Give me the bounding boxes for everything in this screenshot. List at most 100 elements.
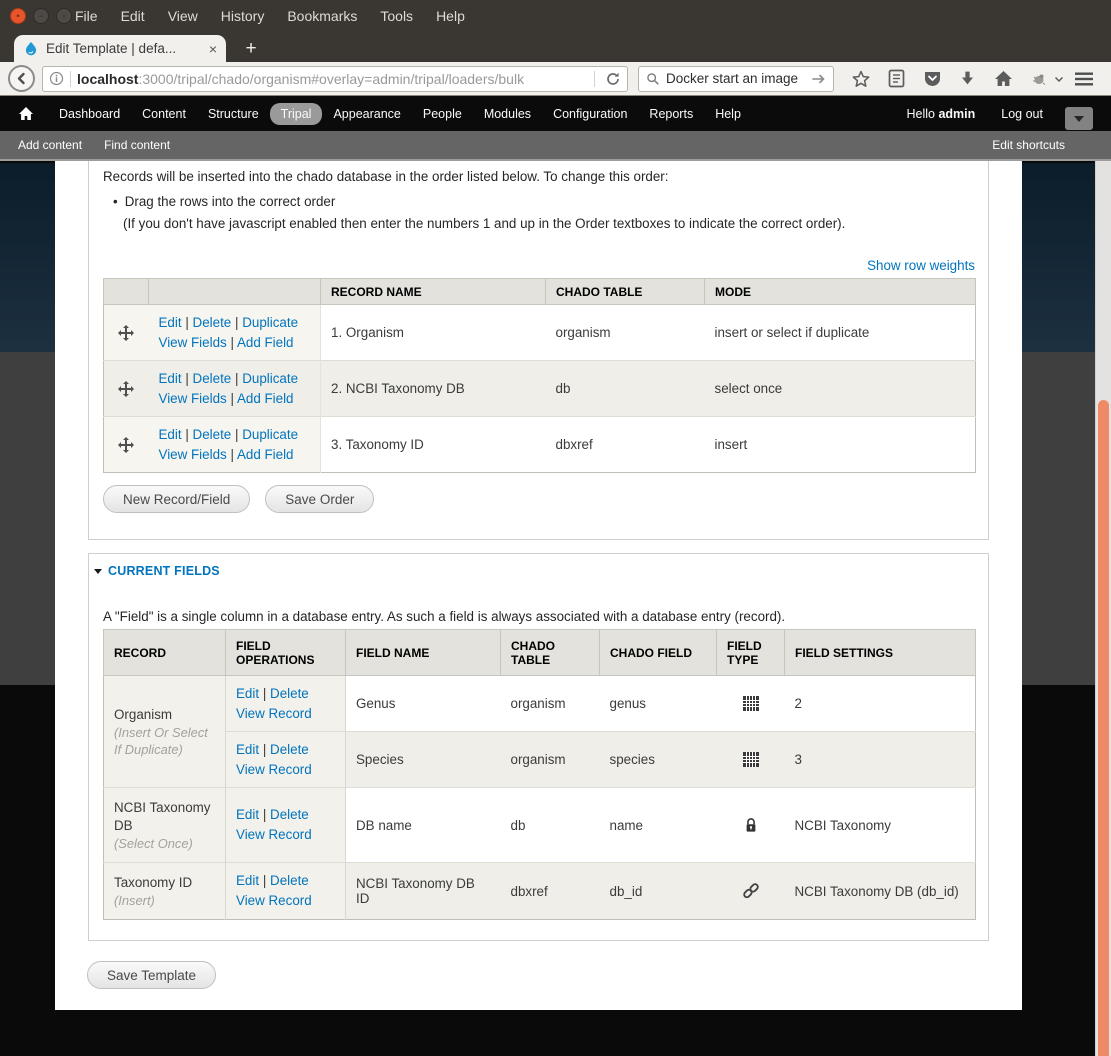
delete-link[interactable]: Delete xyxy=(270,742,309,757)
edit-link[interactable]: Edit xyxy=(236,873,259,888)
chado-table-cell: db xyxy=(546,361,705,417)
scrollbar-thumb[interactable] xyxy=(1098,400,1109,1056)
record-name-cell: 2. NCBI Taxonomy DB xyxy=(321,361,546,417)
star-icon[interactable] xyxy=(846,65,876,93)
admin-item-reports[interactable]: Reports xyxy=(638,103,704,125)
field-settings-cell: 3 xyxy=(785,732,976,788)
reload-icon[interactable] xyxy=(605,71,621,87)
edit-link[interactable]: Edit xyxy=(159,427,182,442)
edit-link[interactable]: Edit xyxy=(236,742,259,757)
chevron-down-icon[interactable] xyxy=(1054,75,1064,83)
menu-file[interactable]: File xyxy=(75,8,98,24)
reading-list-icon[interactable] xyxy=(882,65,912,93)
url-divider-2 xyxy=(594,71,595,87)
menu-history[interactable]: History xyxy=(221,8,265,24)
shortcut-add-content[interactable]: Add content xyxy=(18,138,82,152)
edit-link[interactable]: Edit xyxy=(236,807,259,822)
current-fields-legend[interactable]: CURRENT FIELDS xyxy=(94,564,220,578)
toolbar-toggle-button[interactable] xyxy=(1065,107,1093,130)
field-name-cell: NCBI Taxonomy DB ID xyxy=(346,863,501,920)
admin-item-appearance[interactable]: Appearance xyxy=(322,103,411,125)
delete-link[interactable]: Delete xyxy=(270,686,309,701)
edit-link[interactable]: Edit xyxy=(159,371,182,386)
view-fields-link[interactable]: View Fields xyxy=(159,447,227,462)
view-record-link[interactable]: View Record xyxy=(236,827,312,842)
admin-item-people[interactable]: People xyxy=(412,103,473,125)
collapse-triangle-icon xyxy=(94,569,102,574)
add-field-link[interactable]: Add Field xyxy=(237,447,294,462)
pocket-icon[interactable] xyxy=(917,65,947,93)
chado-table-cell: organism xyxy=(546,305,705,361)
records-intro-text: Records will be inserted into the chado … xyxy=(103,169,668,184)
shortcut-find-content[interactable]: Find content xyxy=(104,138,170,152)
field-settings-cell: NCBI Taxonomy DB (db_id) xyxy=(785,863,976,920)
tab-close-icon[interactable]: × xyxy=(209,41,217,57)
window-minimize-button[interactable]: − xyxy=(33,8,49,24)
edit-shortcuts-link[interactable]: Edit shortcuts xyxy=(992,138,1065,152)
admin-item-content[interactable]: Content xyxy=(131,103,197,125)
field-name-cell: DB name xyxy=(346,788,501,863)
admin-item-structure[interactable]: Structure xyxy=(197,103,270,125)
search-input[interactable]: Docker start an image xyxy=(666,71,806,86)
delete-link[interactable]: Delete xyxy=(193,371,232,386)
drag-handle-icon[interactable] xyxy=(104,305,149,361)
scrollbar-track[interactable] xyxy=(1095,161,1111,1056)
duplicate-link[interactable]: Duplicate xyxy=(242,371,298,386)
header-chado-table: CHADO TABLE xyxy=(546,279,705,305)
view-fields-link[interactable]: View Fields xyxy=(159,335,227,350)
admin-item-configuration[interactable]: Configuration xyxy=(542,103,638,125)
go-arrow-icon[interactable] xyxy=(812,73,826,85)
back-button[interactable] xyxy=(8,65,35,92)
duplicate-link[interactable]: Duplicate xyxy=(242,315,298,330)
new-record-field-button[interactable]: New Record/Field xyxy=(103,485,250,513)
edit-link[interactable]: Edit xyxy=(159,315,182,330)
view-record-link[interactable]: View Record xyxy=(236,706,312,721)
save-template-button[interactable]: Save Template xyxy=(87,961,216,989)
fields-table: RECORD FIELD OPERATIONS FIELD NAME CHADO… xyxy=(103,629,976,920)
window-maximize-button[interactable]: ▫ xyxy=(56,8,72,24)
header-drag xyxy=(104,279,149,305)
show-row-weights-link[interactable]: Show row weights xyxy=(867,258,975,273)
table-row: Edit | Delete | Duplicate View Fields | … xyxy=(104,305,976,361)
menu-help[interactable]: Help xyxy=(436,8,465,24)
edit-link[interactable]: Edit xyxy=(236,686,259,701)
admin-home-icon[interactable] xyxy=(18,106,34,121)
menu-edit[interactable]: Edit xyxy=(121,8,145,24)
window-close-button[interactable]: • xyxy=(10,8,26,24)
admin-item-modules[interactable]: Modules xyxy=(473,103,542,125)
admin-item-help[interactable]: Help xyxy=(704,103,752,125)
hamburger-icon[interactable] xyxy=(1069,65,1099,93)
duplicate-link[interactable]: Duplicate xyxy=(242,427,298,442)
drag-handle-icon[interactable] xyxy=(104,361,149,417)
download-icon[interactable] xyxy=(953,65,983,93)
search-bar[interactable]: Docker start an image xyxy=(638,66,834,92)
home-icon[interactable] xyxy=(988,65,1018,93)
browser-tab[interactable]: Edit Template | defa... × xyxy=(14,35,226,62)
logout-link[interactable]: Log out xyxy=(1001,107,1057,121)
url-text[interactable]: localhost:3000/tripal/chado/organism#ove… xyxy=(77,71,588,87)
admin-item-dashboard[interactable]: Dashboard xyxy=(48,103,131,125)
view-record-link[interactable]: View Record xyxy=(236,762,312,777)
fields-table-header: RECORD FIELD OPERATIONS FIELD NAME CHADO… xyxy=(104,630,976,676)
search-icon xyxy=(646,72,660,86)
add-field-link[interactable]: Add Field xyxy=(237,335,294,350)
delete-link[interactable]: Delete xyxy=(270,873,309,888)
save-order-button[interactable]: Save Order xyxy=(265,485,374,513)
view-record-link[interactable]: View Record xyxy=(236,893,312,908)
menu-tools[interactable]: Tools xyxy=(380,8,413,24)
addon-icon[interactable] xyxy=(1024,65,1054,93)
admin-item-tripal[interactable]: Tripal xyxy=(270,103,323,125)
info-icon[interactable] xyxy=(49,71,64,86)
url-bar[interactable]: localhost:3000/tripal/chado/organism#ove… xyxy=(42,66,628,92)
delete-link[interactable]: Delete xyxy=(193,427,232,442)
new-tab-button[interactable]: + xyxy=(238,37,264,61)
delete-link[interactable]: Delete xyxy=(193,315,232,330)
records-table-header: RECORD NAME CHADO TABLE MODE xyxy=(104,279,976,305)
add-field-link[interactable]: Add Field xyxy=(237,391,294,406)
menu-view[interactable]: View xyxy=(168,8,198,24)
menu-bookmarks[interactable]: Bookmarks xyxy=(287,8,357,24)
header-record-name: RECORD NAME xyxy=(321,279,546,305)
delete-link[interactable]: Delete xyxy=(270,807,309,822)
drag-handle-icon[interactable] xyxy=(104,417,149,473)
view-fields-link[interactable]: View Fields xyxy=(159,391,227,406)
